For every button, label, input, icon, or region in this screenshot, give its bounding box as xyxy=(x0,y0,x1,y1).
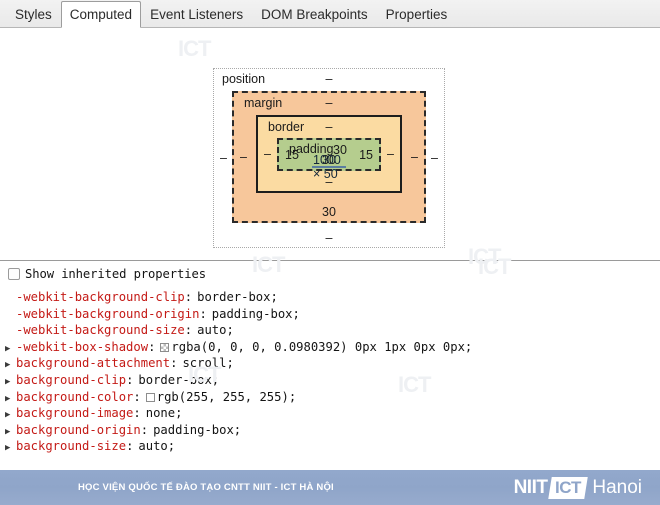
box-model-margin-top[interactable]: – xyxy=(234,96,424,110)
box-model-content-dimensions: 1000 × 50 xyxy=(313,153,341,181)
tab-styles[interactable]: Styles xyxy=(6,1,61,27)
property-value[interactable]: auto; xyxy=(192,322,234,339)
property-name: -webkit-background-origin xyxy=(16,306,200,321)
property-row[interactable]: ▶ background-image: none; xyxy=(0,405,660,422)
box-model-margin[interactable]: margin – – – 30 border – – – – padding 3… xyxy=(232,91,426,223)
devtools-tab-bar: Styles Computed Event Listeners DOM Brea… xyxy=(0,0,660,28)
box-model-panel: ICT ICT position – – – – margin – – – 30… xyxy=(0,28,660,269)
tab-label: DOM Breakpoints xyxy=(261,7,368,22)
color-swatch-icon[interactable] xyxy=(145,392,155,402)
tab-label: Styles xyxy=(15,7,52,22)
property-row[interactable]: ▶ -webkit-background-clip: border-box; xyxy=(0,289,660,306)
tab-dom-breakpoints[interactable]: DOM Breakpoints xyxy=(252,1,377,27)
box-model-position-right[interactable]: – xyxy=(431,151,438,165)
box-model-margin-bottom[interactable]: 30 xyxy=(234,205,424,219)
box-model-border[interactable]: border – – – – padding 30 15 15 30 1000 … xyxy=(256,115,402,193)
expand-twisty-icon[interactable]: ▶ xyxy=(5,407,16,424)
box-model-margin-right[interactable]: – xyxy=(411,150,418,164)
property-name: -webkit-background-size xyxy=(16,323,185,338)
box-model-border-top[interactable]: – xyxy=(258,120,400,134)
niit-ict-hanoi-logo: NIIT ICT Hanoi xyxy=(514,470,642,505)
property-row[interactable]: ▶ -webkit-box-shadow: rgba(0, 0, 0, 0.09… xyxy=(0,339,660,356)
property-value[interactable]: none; xyxy=(141,405,183,422)
box-model-position[interactable]: position – – – – margin – – – 30 border … xyxy=(213,68,445,248)
show-inherited-label: Show inherited properties xyxy=(25,267,206,281)
computed-properties-list: ICT ICT ICT ICT ▶ -webkit-background-cli… xyxy=(0,254,660,455)
property-name: -webkit-background-clip xyxy=(16,290,185,304)
tab-event-listeners[interactable]: Event Listeners xyxy=(141,1,252,27)
property-value-text: rgba(0, 0, 0, 0.0980392) 0px 1px 0px 0px… xyxy=(171,339,473,354)
logo-hanoi-text: Hanoi xyxy=(592,476,642,498)
property-colon: : xyxy=(140,422,149,437)
show-inherited-checkbox[interactable] xyxy=(8,268,20,280)
property-row[interactable]: ▶ -webkit-background-size: auto; xyxy=(0,322,660,339)
box-model-border-right[interactable]: – xyxy=(387,147,394,161)
property-colon: : xyxy=(133,389,141,404)
expand-twisty-icon[interactable]: ▶ xyxy=(5,391,16,408)
expand-twisty-icon[interactable]: ▶ xyxy=(5,341,16,358)
property-colon: : xyxy=(199,306,207,321)
property-colon: : xyxy=(170,356,178,371)
property-row[interactable]: ▶ background-color: rgb(255, 255, 255); xyxy=(0,389,660,406)
box-model-content[interactable]: 1000 × 50 xyxy=(312,153,346,181)
tab-properties[interactable]: Properties xyxy=(377,1,457,27)
expand-twisty-icon[interactable]: ▶ xyxy=(5,440,16,457)
tab-label: Event Listeners xyxy=(150,7,244,22)
property-value[interactable]: border-box; xyxy=(133,372,219,389)
logo-ict-badge: ICT xyxy=(548,476,589,499)
property-value[interactable]: rgba(0, 0, 0, 0.0980392) 0px 1px 0px 0px… xyxy=(155,339,472,356)
property-row[interactable]: ▶ background-origin: padding-box; xyxy=(0,422,660,439)
expand-twisty-icon[interactable]: ▶ xyxy=(5,357,16,374)
property-value-text: rgb(255, 255, 255); xyxy=(156,389,297,404)
expand-twisty-icon[interactable]: ▶ xyxy=(5,424,16,441)
box-model-position-left[interactable]: – xyxy=(220,151,227,165)
property-name: background-image xyxy=(16,406,134,421)
property-name: background-size xyxy=(16,439,127,454)
watermark-ict: ICT xyxy=(178,36,211,61)
property-row[interactable]: ▶ -webkit-background-origin: padding-box… xyxy=(0,306,660,323)
property-colon: : xyxy=(184,323,193,338)
property-name: background-clip xyxy=(16,372,127,387)
box-model-padding[interactable]: padding 30 15 15 30 1000 × 50 xyxy=(277,138,381,181)
footer-banner: HỌC VIỆN QUỐC TẾ ĐÀO TẠO CNTT NIIT - ICT… xyxy=(0,470,660,505)
property-colon: : xyxy=(126,439,134,454)
tab-label: Computed xyxy=(69,7,133,22)
property-name: background-origin xyxy=(16,422,141,437)
property-name: background-color xyxy=(16,389,134,404)
property-name: -webkit-box-shadow xyxy=(16,339,149,354)
property-colon: : xyxy=(126,372,134,387)
property-value[interactable]: rgb(255, 255, 255); xyxy=(141,389,296,406)
logo-niit-text: NIIT xyxy=(513,476,548,498)
box-model-position-top[interactable]: – xyxy=(214,72,444,86)
box-model-position-bottom[interactable]: – xyxy=(214,231,444,245)
property-name: background-attachment xyxy=(16,356,171,371)
property-value[interactable]: scroll; xyxy=(177,355,233,372)
expand-twisty-icon[interactable]: ▶ xyxy=(5,374,16,391)
footer-tagline: HỌC VIỆN QUỐC TẾ ĐÀO TẠO CNTT NIIT - ICT… xyxy=(78,482,334,493)
color-swatch-icon[interactable] xyxy=(160,342,170,352)
tab-label: Properties xyxy=(385,7,448,22)
logo-ict-text: ICT xyxy=(555,477,582,497)
box-model-margin-left[interactable]: – xyxy=(240,150,247,164)
property-row[interactable]: ▶ background-size: auto; xyxy=(0,438,660,455)
property-row[interactable]: ▶ background-attachment: scroll; xyxy=(0,355,660,372)
property-colon: : xyxy=(133,406,141,421)
tab-computed[interactable]: Computed xyxy=(60,1,142,28)
show-inherited-row[interactable]: Show inherited properties xyxy=(0,261,660,285)
property-value[interactable]: padding-box; xyxy=(207,306,300,323)
property-colon: : xyxy=(148,339,156,354)
box-model-border-left[interactable]: – xyxy=(264,147,271,161)
property-row[interactable]: ▶ background-clip: border-box; xyxy=(0,372,660,389)
property-colon: : xyxy=(184,290,193,304)
property-value[interactable]: padding-box; xyxy=(148,422,241,439)
property-value[interactable]: auto; xyxy=(133,438,175,455)
property-value[interactable]: border-box; xyxy=(192,289,278,306)
